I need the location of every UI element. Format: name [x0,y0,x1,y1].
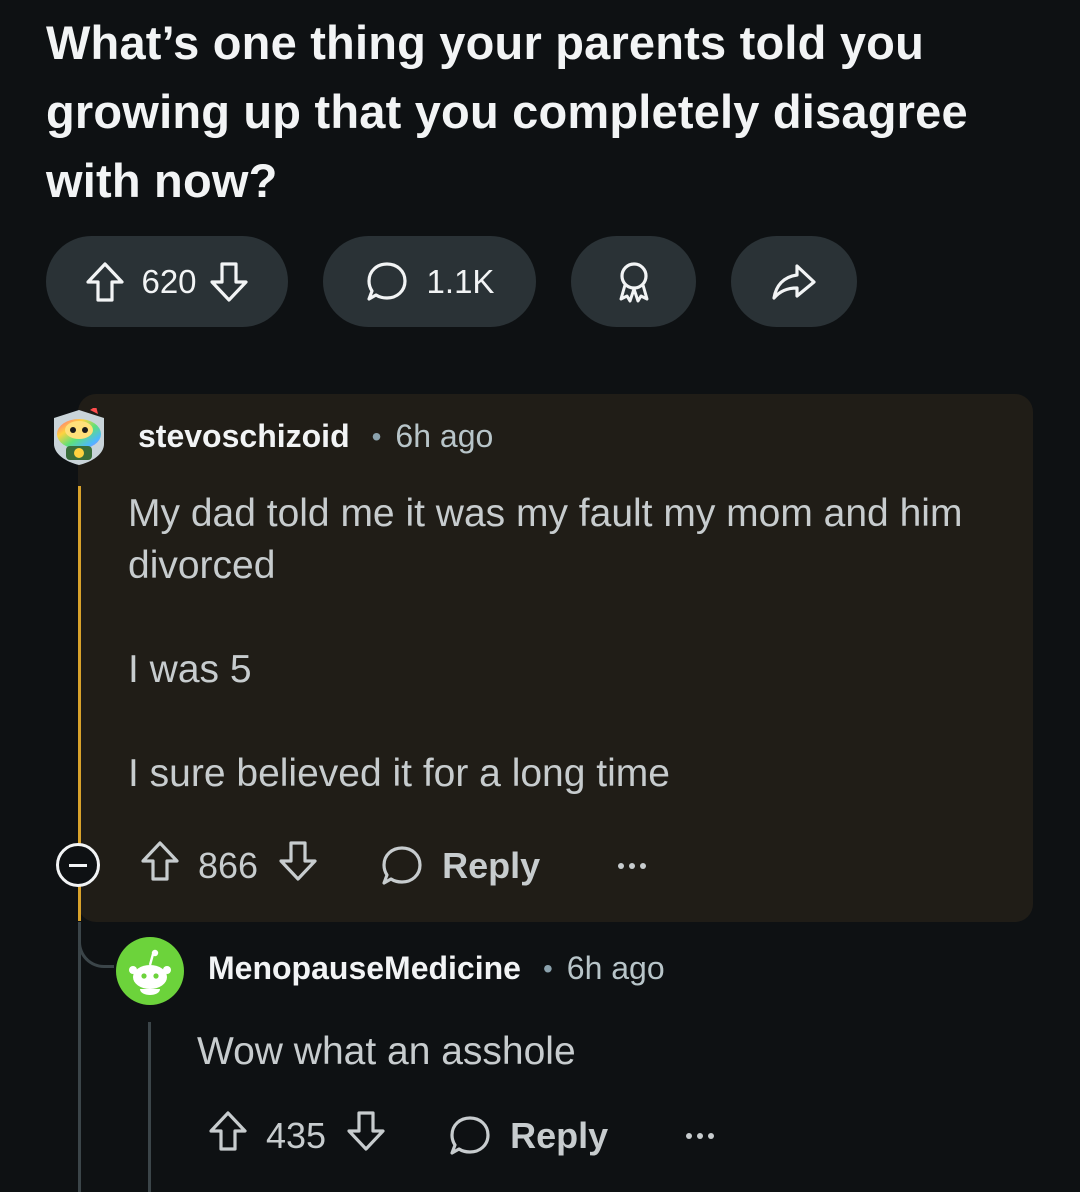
comment-score: 435 [266,1114,327,1156]
comment-icon [365,260,409,304]
comment-meta: stevoschizoid • 6h ago [138,418,493,455]
downvote-icon[interactable] [278,840,318,891]
comment-body: My dad told me it was my fault my mom an… [128,488,1008,800]
comment-paragraph: I sure believed it for a long time [128,752,670,795]
thread-line[interactable] [78,922,81,1192]
award-icon [612,259,656,305]
comment-author[interactable]: stevoschizoid [138,418,350,455]
more-options-icon[interactable] [618,862,647,869]
comment-icon [382,845,422,885]
reply-label: Reply [510,1114,609,1156]
comment-timestamp: 6h ago [566,950,665,986]
post-score: 620 [141,262,197,300]
share-button[interactable] [731,236,857,327]
avatar[interactable] [116,937,184,1005]
comment-timestamp: 6h ago [395,418,494,454]
upvote-icon[interactable] [85,261,125,303]
avatar[interactable] [50,406,108,466]
reply-button[interactable]: Reply [380,844,540,888]
reply-button[interactable]: Reply [448,1114,608,1158]
comment-author[interactable]: MenopauseMedicine [208,950,521,987]
comment-body: Wow what an asshole [197,1026,997,1078]
downvote-icon[interactable] [209,261,249,303]
share-icon [771,262,817,302]
award-button[interactable] [571,236,696,327]
reply-label: Reply [442,844,541,886]
post-title: What’s one thing your parents told you g… [46,16,968,207]
comment-score: 866 [198,844,259,886]
collapse-thread-button[interactable] [56,843,100,887]
comment-icon [450,1115,490,1155]
thread-connector [78,930,114,968]
meta-separator: • [542,952,553,984]
comment-paragraph: Wow what an asshole [197,1030,576,1073]
comment-paragraph: My dad told me it was my fault my mom an… [128,492,963,587]
more-options-icon[interactable] [686,1132,715,1139]
upvote-icon[interactable] [208,1110,248,1161]
minus-icon [69,863,87,867]
comment-paragraph: I was 5 [128,648,252,691]
comment-count: 1.1K [426,262,495,300]
meta-separator: • [371,420,382,452]
comment-actions: 866 Reply [140,840,647,891]
post-vote-pill: 620 [46,236,288,327]
comments-button[interactable]: 1.1K [323,236,536,327]
comment-actions: 435 Reply [208,1110,715,1161]
downvote-icon[interactable] [346,1110,386,1161]
thread-line[interactable] [148,1022,151,1192]
upvote-icon[interactable] [140,840,180,891]
comment-meta: MenopauseMedicine • 6h ago [208,950,665,987]
